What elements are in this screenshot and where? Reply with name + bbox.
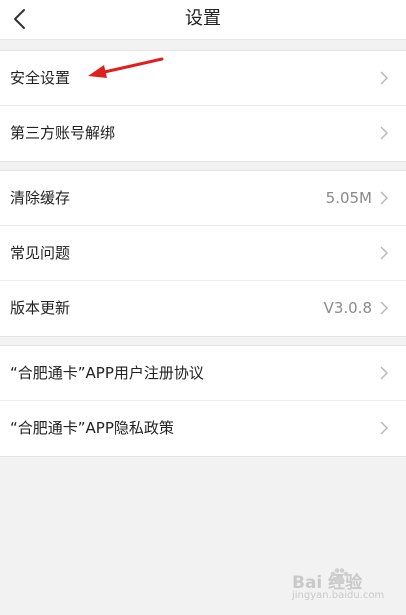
row-label: 版本更新: [10, 299, 71, 317]
chevron-right-icon: [380, 191, 388, 205]
row-label: “合肥通卡”APP隐私政策: [10, 419, 174, 437]
settings-row-user-agreement[interactable]: “合肥通卡”APP用户注册协议: [0, 346, 406, 401]
cache-size-value: 5.05M: [325, 189, 372, 207]
chevron-right-icon: [380, 301, 388, 315]
settings-row-faq[interactable]: 常见问题: [0, 226, 406, 281]
watermark-url: jingyan.baidu.com: [292, 590, 385, 601]
settings-row-version-update[interactable]: 版本更新 V3.0.8: [0, 281, 406, 336]
row-label: 常见问题: [10, 244, 71, 262]
chevron-right-icon: [380, 421, 388, 435]
page-title: 设置: [185, 8, 221, 29]
annotation-arrow-icon: [88, 57, 164, 78]
top-nav-bar: 设置: [0, 0, 406, 40]
chevron-right-icon: [380, 126, 388, 140]
chevron-right-icon: [380, 71, 388, 85]
version-value: V3.0.8: [323, 299, 372, 317]
settings-row-clear-cache[interactable]: 清除缓存 5.05M: [0, 171, 406, 226]
row-label: 清除缓存: [10, 189, 71, 207]
chevron-right-icon: [380, 366, 388, 380]
settings-row-unbind-third-party[interactable]: 第三方账号解绑: [0, 106, 406, 161]
chevron-right-icon: [380, 246, 388, 260]
settings-row-privacy-policy[interactable]: “合肥通卡”APP隐私政策: [0, 401, 406, 456]
baidu-watermark: Bai 经验 jingyan.baidu.com: [292, 566, 400, 608]
row-label: “合肥通卡”APP用户注册协议: [10, 364, 204, 382]
settings-group-account: 安全设置 第三方账号解绑: [0, 50, 406, 162]
row-label: 安全设置: [10, 69, 71, 87]
row-label: 第三方账号解绑: [10, 124, 116, 142]
settings-group-legal: “合肥通卡”APP用户注册协议 “合肥通卡”APP隐私政策: [0, 345, 406, 457]
settings-group-app: 清除缓存 5.05M 常见问题 版本更新 V3.0.8: [0, 170, 406, 337]
paw-icon: [330, 568, 349, 585]
settings-row-security[interactable]: 安全设置: [0, 51, 406, 106]
